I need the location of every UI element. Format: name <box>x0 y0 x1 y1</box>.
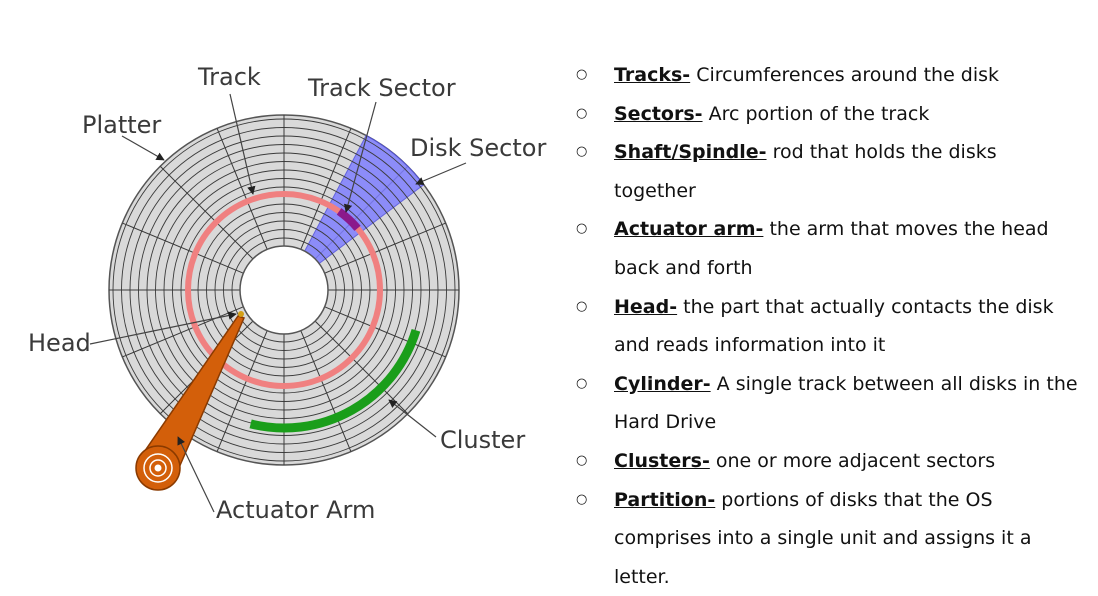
glossary-term: Head- <box>614 295 678 318</box>
bullet-icon: ○ <box>576 375 588 391</box>
glossary-list: ○ Tracks- Circumferences around the disk ○… <box>572 56 1082 596</box>
glossary-term: Tracks- <box>614 64 691 86</box>
label-actuator-arm: Actuator Arm <box>216 496 375 524</box>
glossary-definition: one or more adjacent sectors <box>709 449 996 472</box>
label-cluster: Cluster <box>440 426 525 454</box>
glossary-item: ○ Head- the part that actually contacts t… <box>572 288 1082 365</box>
label-platter: Platter <box>82 111 161 139</box>
glossary-item: ○ Shaft/Spindle- rod that holds the disks… <box>572 133 1082 210</box>
glossary-term: Shaft/Spindle- <box>614 141 767 164</box>
spindle-hole <box>239 245 329 335</box>
label-track: Track <box>197 63 261 91</box>
glossary-term: Partition- <box>614 488 716 511</box>
head-point <box>238 311 244 317</box>
glossary-term: Cylinder- <box>614 372 711 395</box>
glossary-item: ○ Partition- portions of disks that the O… <box>572 481 1082 596</box>
glossary-definition: Arc portion of the track <box>702 102 930 125</box>
glossary-term: Actuator arm- <box>614 218 764 241</box>
bullet-icon: ○ <box>576 221 588 237</box>
bullet-icon: ○ <box>576 105 588 121</box>
glossary-term: Clusters- <box>614 449 710 472</box>
glossary-item: ○ Clusters- one or more adjacent sectors <box>572 442 1082 481</box>
bullet-icon: ○ <box>576 144 588 160</box>
glossary-item: ○ Actuator arm- the arm that moves the he… <box>572 210 1082 287</box>
bullet-icon: ○ <box>576 298 588 314</box>
glossary-item: ○ Tracks- Circumferences around the disk <box>572 56 1082 95</box>
bullet-icon: ○ <box>576 67 588 82</box>
hard-disk-diagram: Track Track Sector Platter Disk Sector H… <box>28 63 546 524</box>
bullet-icon: ○ <box>576 491 588 507</box>
glossary-item: ○ Cylinder- A single track between all di… <box>572 365 1082 442</box>
label-disk-sector: Disk Sector <box>410 134 546 162</box>
label-head: Head <box>28 329 91 357</box>
bullet-icon: ○ <box>576 452 588 468</box>
glossary-item: ○ Sectors- Arc portion of the track <box>572 95 1082 134</box>
glossary-definition: Circumferences around the disk <box>690 64 1000 86</box>
label-track-sector: Track Sector <box>307 74 456 102</box>
glossary-definition: the part that actually contacts the disk… <box>614 295 1054 357</box>
glossary-term: Sectors- <box>614 102 703 125</box>
